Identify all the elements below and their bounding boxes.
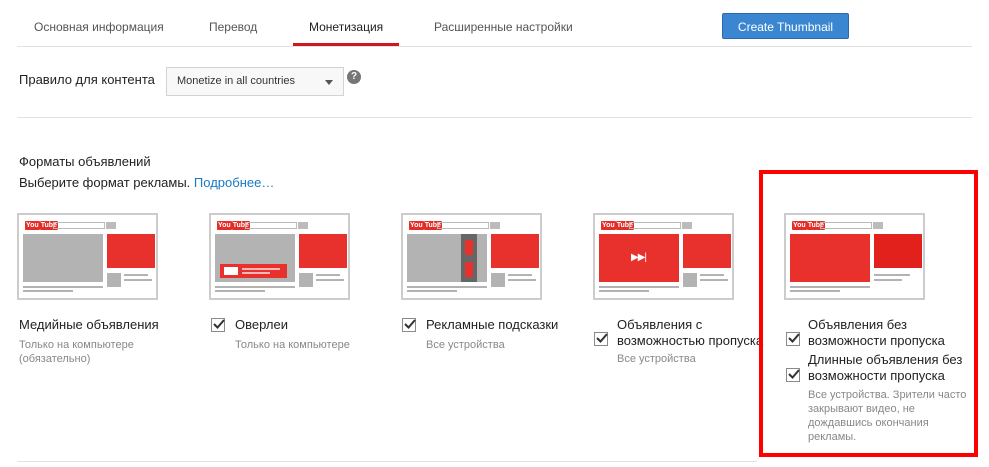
learn-more-link[interactable]: Подробнее…: [194, 175, 274, 190]
skippable-ads-preview: You Tube ▶▶|: [593, 213, 734, 300]
tab-basic-info[interactable]: Основная информация: [34, 20, 164, 34]
skip-icon: ▶▶|: [631, 252, 647, 263]
highlight-box: [759, 170, 978, 457]
overlay-ads-label: Оверлеи: [235, 317, 288, 332]
skippable-ads-checkbox[interactable]: [594, 332, 608, 346]
display-ads-preview: You Tube: [17, 213, 158, 300]
create-thumbnail-button[interactable]: Create Thumbnail: [722, 13, 849, 39]
ad-formats-title: Форматы объявлений: [19, 154, 151, 169]
ad-formats-subtitle: Выберите формат рекламы. Подробнее…: [19, 175, 275, 190]
sponsored-cards-checkbox[interactable]: [402, 318, 416, 332]
tab-advanced-settings[interactable]: Расширенные настройки: [434, 20, 573, 34]
divider: [17, 117, 972, 118]
skippable-ads-label: Объявления с возможностью пропуска: [617, 317, 764, 348]
checkmark-icon: [596, 333, 608, 343]
chevron-down-icon: [325, 80, 333, 85]
tab-translation[interactable]: Перевод: [209, 20, 257, 34]
checkmark-icon: [404, 319, 416, 329]
overlay-ads-note: Только на компьютере: [235, 339, 350, 351]
skippable-ads-note: Все устройства: [617, 353, 696, 365]
content-rule-label: Правило для контента: [19, 72, 155, 87]
overlay-ads-preview: You Tube: [209, 213, 350, 300]
tab-monetization[interactable]: Монетизация: [309, 20, 383, 34]
help-icon[interactable]: ?: [347, 70, 361, 84]
checkmark-icon: [213, 319, 225, 329]
sponsored-cards-preview: You Tube: [401, 213, 542, 300]
active-tab-indicator: [293, 43, 399, 46]
display-ads-note: Только на компьютере (обязательно): [19, 339, 134, 365]
content-rule-select[interactable]: Monetize in all countries: [166, 67, 344, 96]
overlay-ads-checkbox[interactable]: [211, 318, 225, 332]
sponsored-cards-note: Все устройства: [426, 339, 505, 351]
content-rule-selected: Monetize in all countries: [177, 75, 296, 87]
sponsored-cards-label: Рекламные подсказки: [426, 317, 559, 332]
display-ads-label: Медийные объявления: [19, 317, 159, 332]
divider: [17, 461, 757, 462]
